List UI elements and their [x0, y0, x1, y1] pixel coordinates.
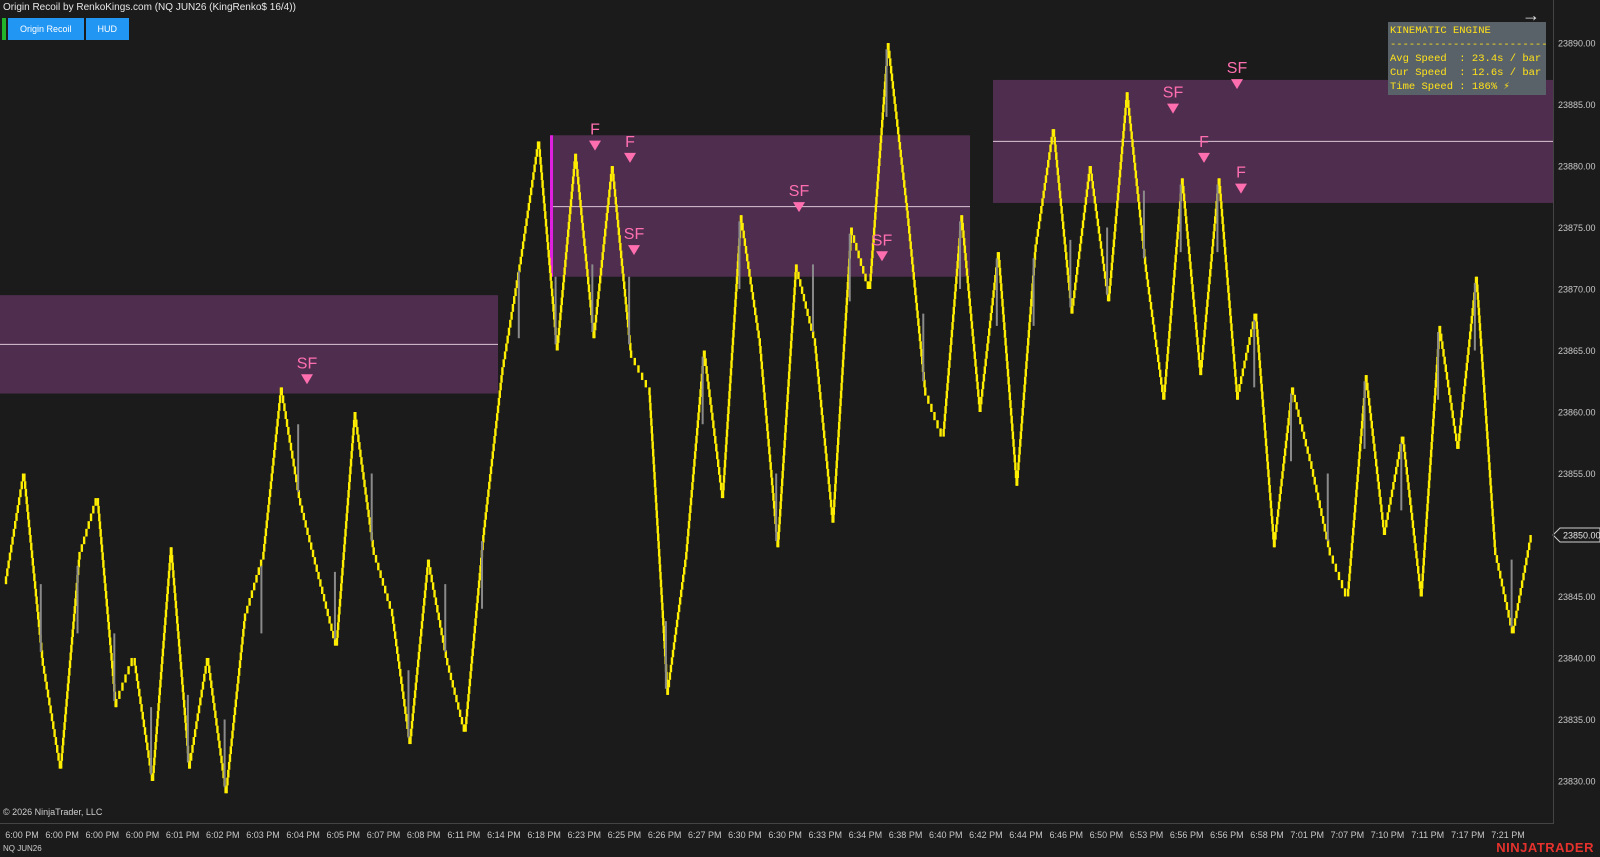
toolbar-grip[interactable] [2, 18, 6, 40]
x-tick-label: 6:02 PM [206, 830, 240, 840]
x-tick-label: 6:30 PM [768, 830, 802, 840]
x-tick-label: 6:00 PM [45, 830, 79, 840]
x-tick-label: 6:25 PM [608, 830, 642, 840]
signal-label: SF [1227, 60, 1248, 77]
instrument-label: NQ JUN26 [3, 844, 42, 853]
signal-label: F [1236, 165, 1246, 182]
signal-label: SF [872, 232, 893, 249]
x-tick-label: 6:30 PM [728, 830, 762, 840]
x-tick-label: 7:10 PM [1371, 830, 1405, 840]
x-tick-label: 6:18 PM [527, 830, 561, 840]
signal-label: F [1199, 134, 1209, 151]
hud-time-speed: Time Speed : 186% ⚡ [1390, 81, 1510, 93]
x-tick-label: 6:26 PM [648, 830, 682, 840]
kinematic-engine-panel: KINEMATIC ENGINE ------------------------… [1388, 22, 1546, 95]
y-tick-label: 23855.00 [1558, 469, 1596, 479]
copyright-text: © 2026 NinjaTrader, LLC [3, 807, 103, 817]
x-tick-label: 6:44 PM [1009, 830, 1043, 840]
hud-button[interactable]: HUD [85, 18, 130, 40]
y-tick-label: 23870.00 [1558, 285, 1596, 295]
hud-avg-speed: Avg Speed : 23.4s / bar [1390, 53, 1542, 65]
x-tick-label: 7:17 PM [1451, 830, 1485, 840]
x-tick-label: 6:23 PM [568, 830, 602, 840]
y-tick-label: 23860.00 [1558, 408, 1596, 418]
x-tick-label: 6:27 PM [688, 830, 722, 840]
current-price-label: 23850.00 [1563, 530, 1600, 540]
y-tick-label: 23865.00 [1558, 346, 1596, 356]
y-tick-label: 23880.00 [1558, 162, 1596, 172]
x-tick-label: 6:34 PM [849, 830, 883, 840]
signal-label: SF [1163, 85, 1184, 102]
x-tick-label: 6:08 PM [407, 830, 441, 840]
signal-label: SF [297, 355, 318, 372]
y-tick-label: 23835.00 [1558, 715, 1596, 725]
x-tick-label: 6:46 PM [1049, 830, 1083, 840]
x-axis-line [0, 823, 1553, 824]
x-tick-label: 6:14 PM [487, 830, 521, 840]
y-tick-label: 23890.00 [1558, 39, 1596, 49]
ninjatrader-logo: NINJATRADER [1496, 840, 1594, 855]
x-tick-label: 6:11 PM [447, 830, 480, 840]
y-tick-label: 23840.00 [1558, 653, 1596, 663]
x-tick-label: 6:58 PM [1250, 830, 1284, 840]
y-axis-line [1553, 0, 1554, 824]
hud-cur-speed: Cur Speed : 12.6s / bar [1390, 67, 1542, 79]
toolbar: Origin Recoil HUD [2, 18, 130, 40]
signal-label: SF [624, 226, 645, 243]
x-tick-label: 6:56 PM [1210, 830, 1244, 840]
price-chart[interactable]: SF F F SF SF SF SF F SF F 23890.00 23885.00 23880.00… [0, 0, 1600, 857]
hud-separator: --------------------------- [1390, 39, 1546, 51]
x-tick-label: 6:00 PM [86, 830, 120, 840]
signal-label: F [625, 134, 635, 151]
x-tick-label: 6:56 PM [1170, 830, 1204, 840]
x-tick-label: 6:00 PM [5, 830, 39, 840]
x-tick-label: 6:42 PM [969, 830, 1003, 840]
x-tick-label: 7:21 PM [1491, 830, 1525, 840]
x-tick-label: 7:07 PM [1331, 830, 1365, 840]
x-tick-label: 7:11 PM [1411, 830, 1444, 840]
x-tick-label: 6:00 PM [126, 830, 160, 840]
x-tick-label: 6:03 PM [246, 830, 280, 840]
x-tick-label: 6:01 PM [166, 830, 200, 840]
zone-origin-bar [550, 135, 553, 277]
x-tick-label: 6:33 PM [808, 830, 842, 840]
x-tick-label: 6:50 PM [1090, 830, 1124, 840]
origin-recoil-button[interactable]: Origin Recoil [8, 18, 84, 40]
y-tick-label: 23830.00 [1558, 776, 1596, 786]
y-tick-label: 23875.00 [1558, 223, 1596, 233]
x-tick-label: 6:05 PM [327, 830, 361, 840]
chart-title: Origin Recoil by RenkoKings.com (NQ JUN2… [3, 2, 296, 13]
signal-label: F [590, 122, 600, 139]
x-tick-label: 6:40 PM [929, 830, 963, 840]
x-tick-label: 6:04 PM [286, 830, 320, 840]
y-tick-label: 23885.00 [1558, 100, 1596, 110]
x-tick-label: 7:01 PM [1290, 830, 1324, 840]
hud-heading: KINEMATIC ENGINE [1390, 25, 1491, 37]
signal-label: SF [789, 183, 810, 200]
x-tick-label: 6:38 PM [889, 830, 923, 840]
x-tick-label: 6:53 PM [1130, 830, 1164, 840]
x-tick-label: 6:07 PM [367, 830, 401, 840]
y-tick-label: 23845.00 [1558, 592, 1596, 602]
